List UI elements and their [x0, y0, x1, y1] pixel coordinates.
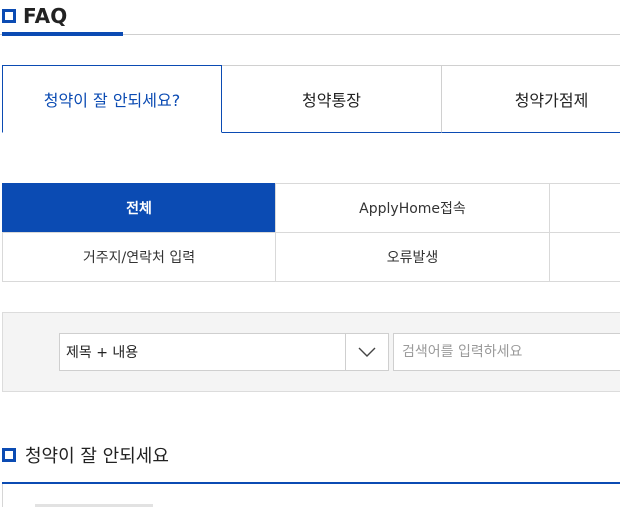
tab-subscription-account[interactable]: 청약통장 [222, 65, 442, 133]
category-item[interactable] [549, 183, 620, 233]
faq-header: FAQ [2, 0, 67, 32]
faq-page: FAQ 청약이 잘 안되세요? 청약통장 청약가점제 전체 ApplyHome접… [0, 0, 620, 507]
section-title: 청약이 잘 안되세요 [25, 446, 169, 467]
search-input[interactable] [393, 333, 620, 371]
section-heading: 청약이 잘 안되세요 [2, 440, 169, 470]
tab-point-system[interactable]: 청약가점제 [442, 65, 620, 133]
chevron-down-icon[interactable] [345, 334, 388, 370]
category-grid: 전체 ApplyHome접속 거주지/연락처 입력 오류발생 [2, 183, 620, 282]
faq-list [2, 484, 620, 507]
category-address-contact[interactable]: 거주지/연락처 입력 [2, 232, 276, 282]
category-item[interactable] [549, 232, 620, 282]
main-tabs: 청약이 잘 안되세요? 청약통장 청약가점제 [2, 65, 620, 133]
tab-application-trouble[interactable]: 청약이 잘 안되세요? [2, 65, 222, 133]
page-title: FAQ [23, 4, 68, 28]
search-panel: 제목 + 내용 [2, 312, 620, 392]
search-type-value: 제목 + 내용 [66, 345, 139, 361]
search-type-select[interactable]: 제목 + 내용 [59, 333, 389, 371]
square-marker-icon [2, 448, 16, 462]
category-error[interactable]: 오류발생 [275, 232, 550, 282]
category-all[interactable]: 전체 [2, 183, 276, 233]
header-accent-bar [2, 32, 123, 36]
square-marker-icon [2, 9, 16, 23]
category-applyhome-access[interactable]: ApplyHome접속 [275, 183, 550, 233]
